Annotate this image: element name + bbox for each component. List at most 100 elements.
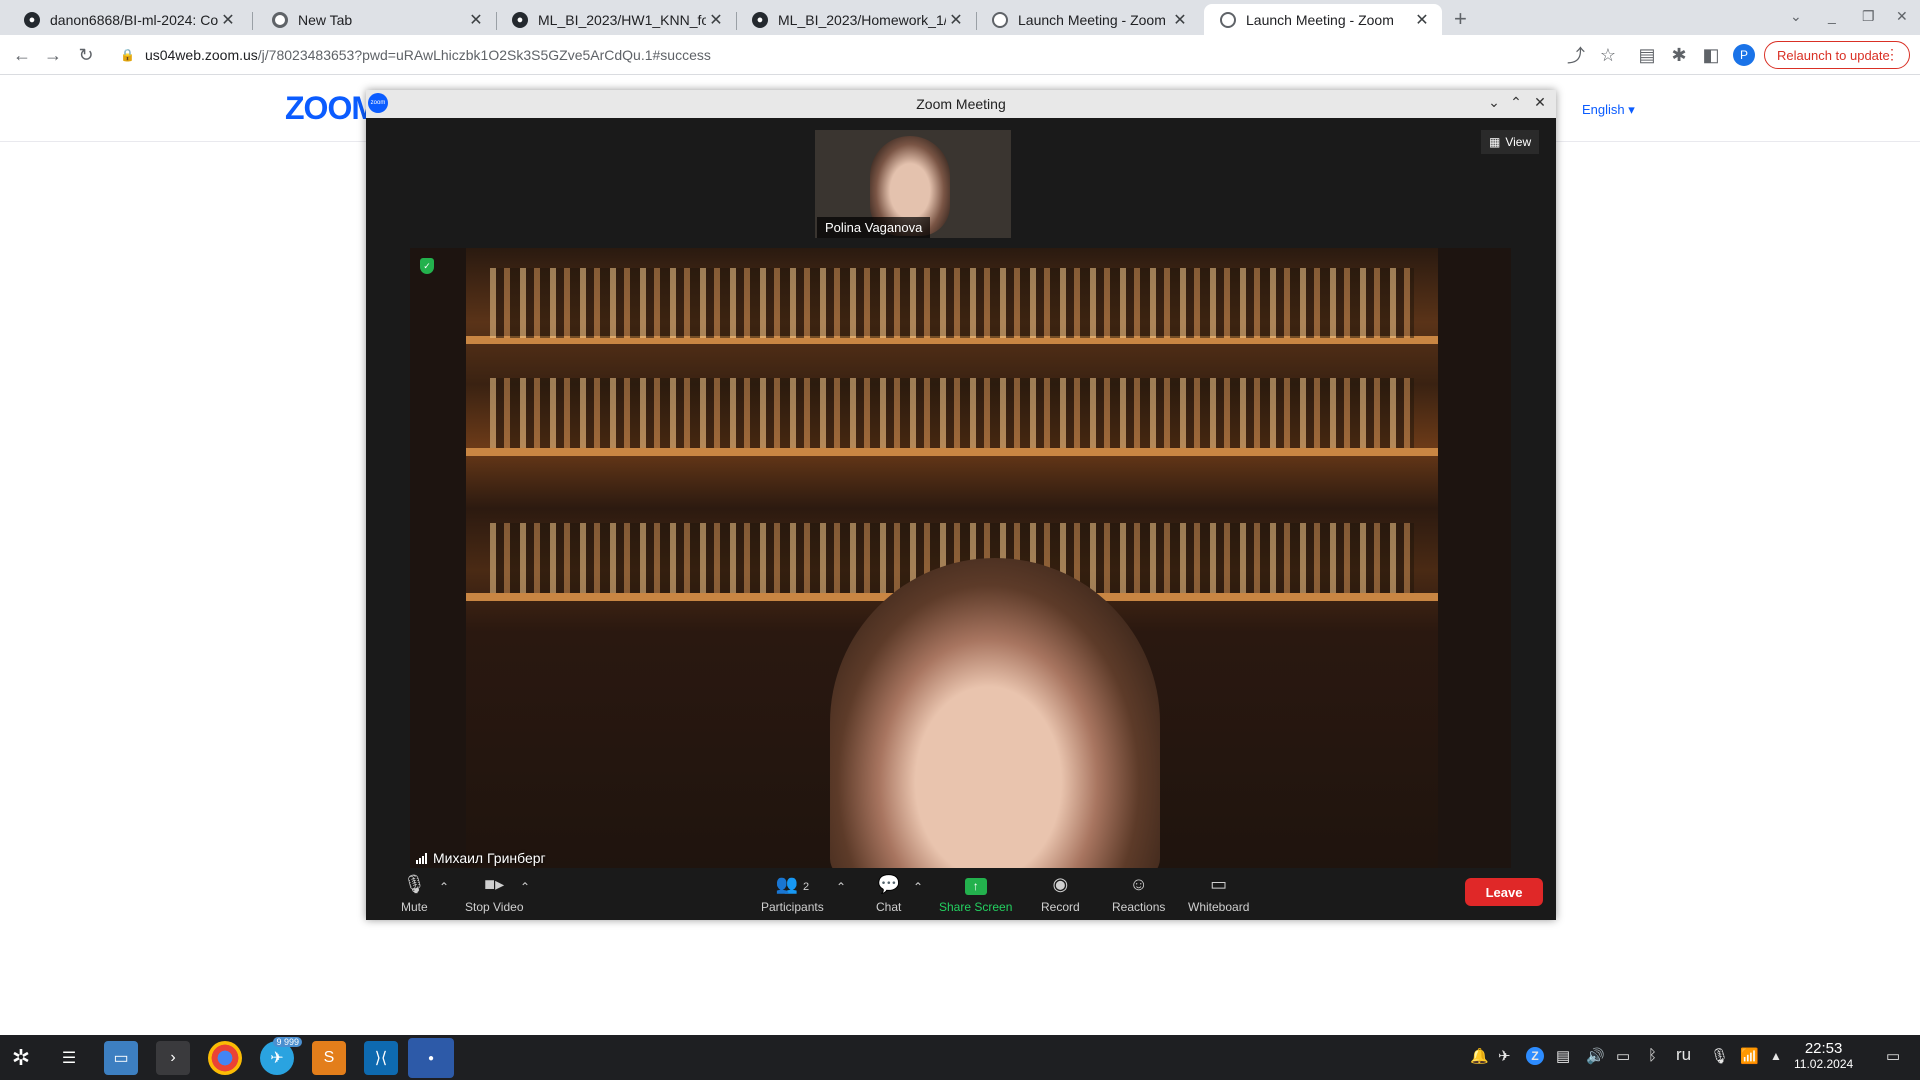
extensions-icon[interactable]: ✱ [1667, 43, 1691, 67]
close-tab-icon[interactable]: ✕ [1412, 10, 1432, 30]
back-icon[interactable]: ← [10, 43, 34, 67]
keyboard-layout-indicator[interactable]: ru [1676, 1045, 1691, 1065]
browser-toolbar: ← → ↻ 🔒 us04web.zoom.us /j/78023483653?p… [0, 35, 1920, 75]
share-icon[interactable]: ⤴ [1564, 43, 1588, 67]
browser-tab-4[interactable]: ● ML_BI_2023/Homework_1/k ✕ [736, 4, 976, 35]
browser-tab-6-active[interactable]: Launch Meeting - Zoom ✕ [1204, 4, 1442, 35]
browser-tab-1[interactable]: ● danon6868/BI-ml-2024: Cou ✕ [8, 4, 248, 35]
browser-tab-2[interactable]: New Tab ✕ [256, 4, 496, 35]
leave-button[interactable]: Leave [1465, 878, 1543, 906]
zoom-meeting-window: zoom Zoom Meeting ⌄ ⌃ ✕ Polina Vaganova … [366, 90, 1556, 920]
side-panel-icon[interactable]: ◧ [1699, 43, 1723, 67]
participants-button[interactable]: 👥 2 Participants [761, 874, 824, 914]
profile-avatar[interactable]: P [1733, 44, 1755, 66]
clipboard-icon[interactable]: ▤ [1556, 1047, 1570, 1065]
battery-icon[interactable]: ▭ [1616, 1047, 1630, 1065]
browser-tab-5[interactable]: Launch Meeting - Zoom ✕ [976, 4, 1200, 35]
speaker-name: Михаил Гринберг [433, 850, 546, 866]
tray-expand-icon[interactable]: ▲ [1770, 1049, 1782, 1063]
close-window-icon[interactable]: ✕ [1896, 8, 1908, 25]
audio-options-caret-icon[interactable]: ⌃ [439, 880, 449, 894]
close-tab-icon[interactable]: ✕ [218, 10, 238, 30]
chrome-app-icon[interactable] [208, 1041, 242, 1075]
zoom-app-label: ● [427, 1052, 435, 1064]
speaker-video [830, 558, 1160, 868]
participants-label: Participants [761, 900, 824, 914]
chrome-icon [272, 11, 288, 28]
minimize-icon[interactable]: _ [1828, 8, 1836, 24]
zoom-badge-icon: zoom [368, 93, 388, 113]
lock-icon[interactable]: 🔒 [120, 48, 135, 62]
meeting-controls-bar: 🎙 Mute ⌃ ■▸ Stop Video ⌃ 👥 2 Participant… [366, 868, 1556, 920]
globe-icon [992, 11, 1008, 28]
telegram-icon[interactable]: ✈ 9 999 [260, 1037, 302, 1075]
participant-thumbnail[interactable]: Polina Vaganova [815, 130, 1011, 238]
file-manager-icon[interactable]: ▭ [104, 1041, 138, 1075]
view-button[interactable]: ▦ View [1481, 130, 1540, 154]
terminal-icon[interactable]: › [156, 1041, 190, 1075]
window-titlebar[interactable]: zoom Zoom Meeting ⌄ ⌃ ✕ [366, 90, 1556, 118]
notifications-icon[interactable]: 🔔 [1470, 1047, 1489, 1065]
language-selector[interactable]: English ▾ [1582, 102, 1635, 118]
share-screen-label: Share Screen [939, 900, 1013, 914]
stop-video-label: Stop Video [465, 900, 524, 914]
tab-title: danon6868/BI-ml-2024: Cou [50, 11, 218, 28]
zoom-app-icon[interactable]: ● [408, 1038, 454, 1078]
close-icon[interactable]: ✕ [1530, 94, 1550, 114]
stop-video-button[interactable]: ■▸ Stop Video [465, 874, 524, 914]
bookmark-star-icon[interactable]: ☆ [1596, 43, 1620, 67]
participants-options-caret-icon[interactable]: ⌃ [836, 880, 846, 894]
zoom-logo[interactable]: ZOOM [285, 90, 378, 127]
globe-icon [1220, 11, 1236, 28]
shelf [466, 448, 1438, 456]
grid-icon: ▦ [1489, 135, 1501, 149]
new-tab-icon[interactable]: + [1454, 6, 1467, 32]
close-tab-icon[interactable]: ✕ [1170, 10, 1190, 30]
tab-title: New Tab [298, 11, 353, 28]
telegram-tray-icon[interactable]: ✈ [1498, 1047, 1511, 1065]
restore-icon[interactable]: ❐ [1862, 8, 1875, 25]
forward-icon[interactable]: → [41, 43, 65, 67]
show-desktop-icon[interactable]: ▭ [1886, 1047, 1900, 1065]
chat-options-caret-icon[interactable]: ⌃ [913, 880, 923, 894]
participant-name: Polina Vaganova [817, 217, 931, 238]
reload-icon[interactable]: ↻ [74, 43, 98, 67]
wifi-icon[interactable]: 📶 [1740, 1047, 1759, 1065]
reading-mode-icon[interactable]: ▤ [1635, 43, 1659, 67]
tab-title: Launch Meeting - Zoom [1018, 11, 1166, 28]
zoom-tray-icon[interactable]: Z [1526, 1047, 1544, 1065]
more-menu-icon[interactable]: ⋮ [1885, 46, 1899, 63]
os-taskbar: ✲ ☰ ▭ › ✈ 9 999 S ⟩⟨ ● 🔔 ✈ Z ▤ 🔊 ▭ ᛒ ru … [0, 1035, 1920, 1080]
bottles-row [490, 378, 1414, 448]
tab-title: ML_BI_2023/Homework_1/k [778, 11, 946, 28]
volume-icon[interactable]: 🔊 [1586, 1047, 1605, 1065]
video-options-caret-icon[interactable]: ⌃ [520, 880, 530, 894]
maximize-icon[interactable]: ⌃ [1506, 94, 1526, 114]
record-button[interactable]: ◉ Record [1041, 874, 1080, 914]
encryption-shield-icon[interactable]: ✓ [420, 258, 434, 274]
reactions-button[interactable]: ☺ Reactions [1112, 874, 1165, 914]
vscode-icon[interactable]: ⟩⟨ [364, 1041, 398, 1075]
sublime-text-icon[interactable]: S [312, 1041, 346, 1075]
start-menu-icon[interactable]: ✲ [4, 1041, 38, 1075]
signal-strength-icon [416, 852, 427, 864]
browser-tab-3[interactable]: ● ML_BI_2023/HW1_KNN_for_ ✕ [496, 4, 736, 35]
address-bar[interactable]: 🔒 us04web.zoom.us /j/78023483653?pwd=uRA… [112, 39, 1672, 71]
chat-label: Chat [876, 900, 902, 914]
relaunch-button[interactable]: Relaunch to update ⋮ [1764, 41, 1910, 69]
task-manager-icon[interactable]: ☰ [52, 1041, 86, 1075]
minimize-icon[interactable]: ⌄ [1484, 94, 1504, 114]
bluetooth-icon[interactable]: ᛒ [1648, 1047, 1657, 1064]
tab-search-icon[interactable]: ⌄ [1790, 8, 1802, 25]
microphone-tray-icon[interactable]: 🎙 [1710, 1047, 1729, 1065]
close-tab-icon[interactable]: ✕ [466, 10, 486, 30]
share-screen-button[interactable]: ↑ Share Screen [939, 874, 1012, 914]
close-tab-icon[interactable]: ✕ [706, 10, 726, 30]
close-tab-icon[interactable]: ✕ [946, 10, 966, 30]
chat-bubble-icon: 💬 [877, 874, 900, 894]
chat-button[interactable]: 💬 Chat [876, 874, 901, 914]
clock[interactable]: 22:53 11.02.2024 [1794, 1040, 1853, 1071]
whiteboard-button[interactable]: ▭ Whiteboard [1188, 874, 1249, 914]
mute-button[interactable]: 🎙 Mute [401, 874, 428, 914]
reactions-label: Reactions [1112, 900, 1166, 914]
